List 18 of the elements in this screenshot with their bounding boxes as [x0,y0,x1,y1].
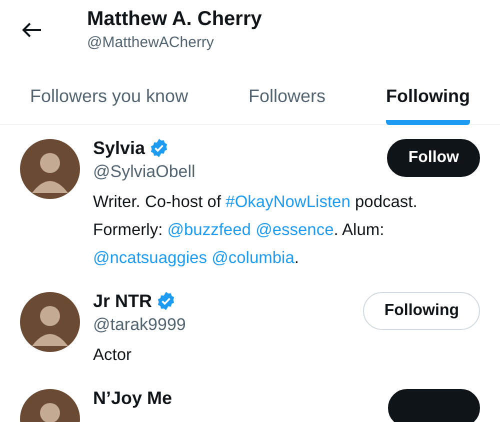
follow-button[interactable] [388,389,480,422]
follow-button[interactable]: Follow [387,139,480,177]
avatar[interactable] [20,139,80,199]
tab[interactable]: Following [386,68,470,125]
user-bio: Writer. Co-host of #OkayNowListen podcast. Formerly: @buzzfeed @essence. Alum: @ncatsuaggies @columbia. [93,192,418,269]
tab[interactable]: Followers you know [30,68,188,125]
profile-handle: @MatthewACherry [87,33,215,53]
user-handle: @tarak9999 [93,314,186,336]
profile-name: Matthew A. Cherry [87,7,262,32]
avatar[interactable] [20,292,80,352]
follow-button[interactable]: Following [363,292,480,330]
user-name: Jr NTR [93,290,152,313]
user-bio: Actor [93,345,133,366]
back-icon[interactable] [22,22,42,38]
user-name: Sylvia [93,137,146,160]
tab[interactable]: Followers [248,68,326,125]
user-name: N’Joy Me [93,387,172,410]
user-handle: @SylviaObell [93,161,196,183]
